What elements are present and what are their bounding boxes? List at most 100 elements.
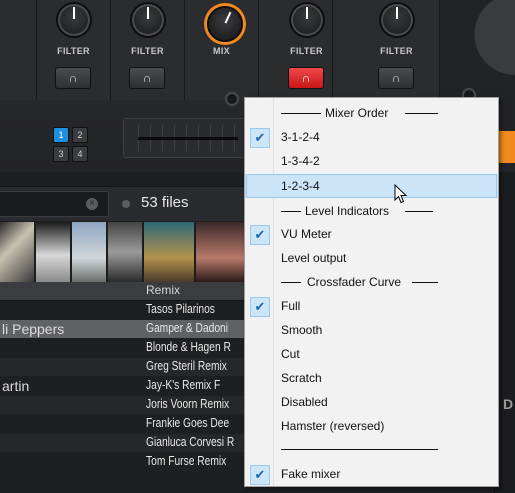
menu-item-full[interactable]: ✔ Full <box>245 294 498 318</box>
menu-section-header-level-indicators: Level Indicators <box>245 200 498 222</box>
knob-indicator-icon <box>224 11 232 24</box>
knob-indicator-icon <box>73 7 75 19</box>
remix-cell: Jay-K's Remix F <box>146 378 221 392</box>
mixer-strip-left-edge <box>0 0 37 100</box>
album-art-thumbnail[interactable] <box>36 222 70 282</box>
mixer-context-menu: Mixer Order ✔ 3-1-2-4 1-3-4-2 1-2-3-4 Le… <box>244 97 499 487</box>
remix-column-header[interactable]: Remix <box>146 283 180 297</box>
album-art-thumbnail[interactable] <box>0 222 34 282</box>
checkmark-icon: ✔ <box>250 225 270 245</box>
menu-item-level-output[interactable]: Level output <box>245 246 498 270</box>
knob-label: FILTER <box>57 46 90 56</box>
knob-label: FILTER <box>380 46 413 56</box>
mix-knob[interactable] <box>207 6 243 42</box>
album-art-thumbnail[interactable] <box>144 222 194 282</box>
knob-indicator-icon <box>147 7 149 19</box>
checkmark-icon: ✔ <box>250 465 270 485</box>
knob-label: FILTER <box>131 46 164 56</box>
album-art-thumbnail[interactable] <box>72 222 106 282</box>
menu-item-label: Scratch <box>281 371 322 385</box>
menu-item-label: Cut <box>281 347 300 361</box>
knob-label: MIX <box>213 46 230 56</box>
checkmark-icon: ✔ <box>250 128 270 148</box>
menu-section-header-label: Crossfader Curve <box>307 275 402 289</box>
filter-knob-2[interactable] <box>130 2 166 38</box>
headphones-icon: ∩ <box>391 71 401 85</box>
knob-indicator-icon <box>306 7 308 19</box>
headphones-icon: ∩ <box>301 71 311 85</box>
deck-accent-strip <box>498 131 515 163</box>
remix-cell: Gianluca Corvesi R <box>146 435 235 449</box>
filter-knob-3[interactable] <box>289 2 325 38</box>
menu-separator <box>281 449 438 450</box>
checkmark-icon: ✔ <box>250 297 270 317</box>
clear-search-icon[interactable]: × <box>86 198 98 210</box>
crossfader[interactable] <box>123 118 245 158</box>
headphone-cue-button-4[interactable]: ∩ <box>378 67 414 89</box>
menu-item-label: Hamster (reversed) <box>281 419 385 433</box>
menu-item-label: Disabled <box>281 395 328 409</box>
remix-cell: Gamper & Dadoni <box>146 321 229 335</box>
crossfader-rail <box>138 137 238 140</box>
header-rule <box>281 113 321 114</box>
file-count-dot-icon <box>122 200 130 208</box>
headphones-icon: ∩ <box>68 71 78 85</box>
headphone-cue-button-1[interactable]: ∩ <box>55 67 91 89</box>
remix-cell: Tasos Pilarinos <box>146 302 215 316</box>
mouse-pointer-icon <box>394 184 408 204</box>
menu-item-label: 1-2-3-4 <box>281 179 320 193</box>
album-art-thumbnail[interactable] <box>108 222 142 282</box>
header-rule <box>405 113 438 114</box>
file-count: 53 files <box>141 194 189 211</box>
mixer-strip-1: FILTER ∩ <box>37 0 111 100</box>
header-rule <box>281 211 301 212</box>
menu-item-disabled[interactable]: Disabled <box>245 390 498 414</box>
menu-section-header-label: Mixer Order <box>325 106 389 120</box>
side-panel-letter: D <box>503 396 514 412</box>
menu-item-label: Full <box>281 299 301 313</box>
remix-cell: Tom Furse Remix <box>146 454 227 468</box>
menu-item-label: Level output <box>281 251 347 265</box>
menu-section-header-crossfader-curve: Crossfader Curve <box>245 271 498 293</box>
menu-item-label: 3-1-2-4 <box>281 130 320 144</box>
filter-knob-1[interactable] <box>56 2 92 38</box>
artist-cell: li Peppers <box>2 321 65 337</box>
remix-cell: Blonde & Hagen R <box>146 340 231 354</box>
header-rule <box>405 211 433 212</box>
menu-item-order-1234[interactable]: 1-2-3-4 <box>245 174 498 198</box>
album-art-thumbnail[interactable] <box>196 222 244 282</box>
header-rule <box>412 282 438 283</box>
remix-cell: Frankie Goes Dee <box>146 416 230 430</box>
menu-item-label: Fake mixer <box>281 467 341 481</box>
remix-cell: Joris Voorn Remix <box>146 397 230 411</box>
menu-item-label: 1-3-4-2 <box>281 154 320 168</box>
remix-cell: Greg Steril Remix <box>146 359 227 373</box>
menu-item-order-3124[interactable]: ✔ 3-1-2-4 <box>245 125 498 149</box>
deck-button-3[interactable]: 3 <box>53 146 69 162</box>
filter-knob-4[interactable] <box>379 2 415 38</box>
menu-item-label: VU Meter <box>281 227 332 241</box>
mixer-strip-mix: MIX <box>185 0 259 106</box>
mixer-strip-3: FILTER ∩ <box>259 0 333 100</box>
menu-item-hamster-reversed[interactable]: Hamster (reversed) <box>245 414 498 438</box>
headphone-cue-button-3[interactable]: ∩ <box>288 67 324 89</box>
deck-button-1[interactable]: 1 <box>53 127 69 143</box>
mix-indicator-dot <box>225 92 239 106</box>
artist-cell: artin <box>2 378 30 394</box>
menu-item-vu-meter[interactable]: ✔ VU Meter <box>245 222 498 246</box>
menu-item-order-1342[interactable]: 1-3-4-2 <box>245 149 498 173</box>
menu-section-header-label: Level Indicators <box>305 204 390 218</box>
header-rule <box>281 282 301 283</box>
search-input[interactable]: × <box>0 191 109 217</box>
deck-button-2[interactable]: 2 <box>72 127 88 143</box>
headphone-cue-button-2[interactable]: ∩ <box>129 67 165 89</box>
menu-item-smooth[interactable]: Smooth <box>245 318 498 342</box>
menu-item-cut[interactable]: Cut <box>245 342 498 366</box>
knob-indicator-icon <box>396 7 398 19</box>
menu-item-label: Smooth <box>281 323 323 337</box>
menu-item-scratch[interactable]: Scratch <box>245 366 498 390</box>
menu-item-fake-mixer[interactable]: ✔ Fake mixer <box>245 462 498 486</box>
headphones-icon: ∩ <box>142 71 152 85</box>
mixer-strip-4: FILTER ∩ <box>333 0 440 100</box>
deck-button-4[interactable]: 4 <box>72 146 88 162</box>
